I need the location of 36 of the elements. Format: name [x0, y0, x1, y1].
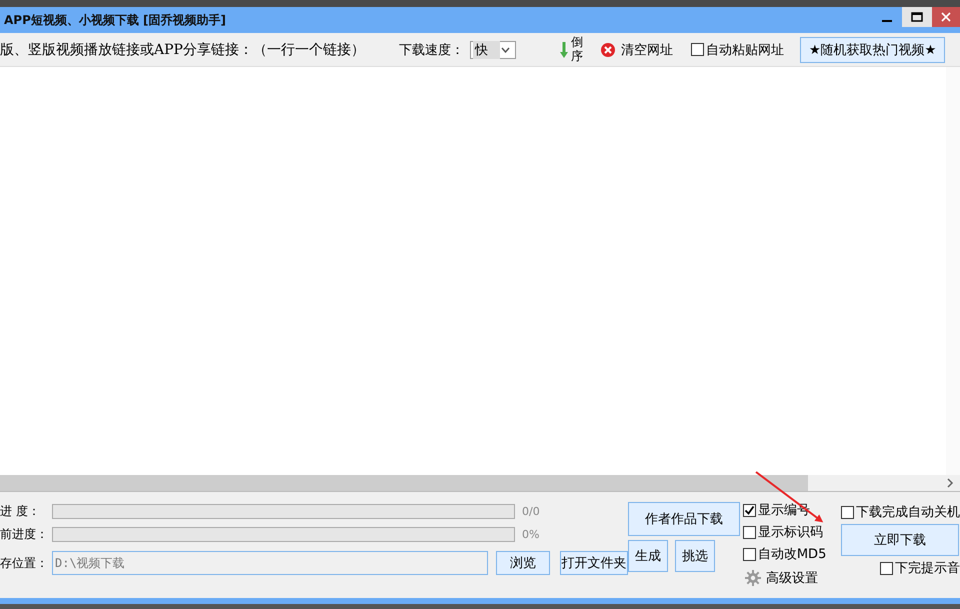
minimize-icon [882, 20, 892, 22]
save-path-field[interactable]: D:\视频下载 [52, 551, 488, 575]
open-folder-button[interactable]: 打开文件夹 [560, 551, 628, 575]
clear-icon [600, 42, 615, 56]
close-icon [941, 12, 951, 22]
down-arrow-icon [560, 42, 568, 58]
window-title: APP短视频、小视频下载 [固乔视频助手] [3, 12, 226, 28]
auto-paste-checkbox[interactable]: 自动粘贴网址 [690, 40, 784, 58]
speed-label: 下载速度： [398, 42, 464, 58]
auto-shutdown-checkbox[interactable]: 下载完成自动关机 [841, 503, 960, 521]
instruction-label: 版、竖版视频播放链接或APP分享链接：（一行一个链接） [0, 40, 365, 58]
maximize-button[interactable] [902, 7, 932, 27]
advanced-settings-button[interactable]: 高级设置 [742, 567, 841, 587]
speed-dropdown[interactable]: 快 [470, 40, 516, 58]
download-now-button[interactable]: 立即下载 [841, 524, 959, 556]
random-hot-videos-button[interactable]: ★随机获取热门视频★ [800, 36, 946, 62]
maximize-icon [911, 12, 923, 22]
author-works-download-button[interactable]: 作者作品下载 [628, 502, 740, 536]
close-button[interactable] [932, 7, 960, 27]
reverse-order-button[interactable]: 倒序 [560, 36, 583, 63]
generate-button[interactable]: 生成 [628, 540, 668, 572]
browse-button[interactable]: 浏览 [496, 551, 550, 575]
progress-label: 进 度： [0, 503, 41, 520]
option-checkbox[interactable]: 自动改MD5 [742, 545, 841, 563]
filter-button[interactable]: 挑选 [675, 540, 715, 572]
completion-sound-checkbox[interactable]: 下完提示音 [880, 559, 960, 577]
progress-label: 前进度： [0, 526, 49, 543]
checkmark-icon [744, 504, 755, 516]
gear-icon [744, 570, 761, 586]
caret-icon [500, 46, 510, 52]
save-location-label: 存位置： [0, 554, 49, 572]
progress-reading: 0% [522, 528, 540, 541]
option-checkbox[interactable]: 显示标识码 [742, 523, 841, 541]
scroll-right-icon[interactable] [946, 478, 954, 488]
clear-urls-button[interactable]: 清空网址 [600, 40, 673, 58]
progress-reading: 0/0 [522, 505, 540, 518]
